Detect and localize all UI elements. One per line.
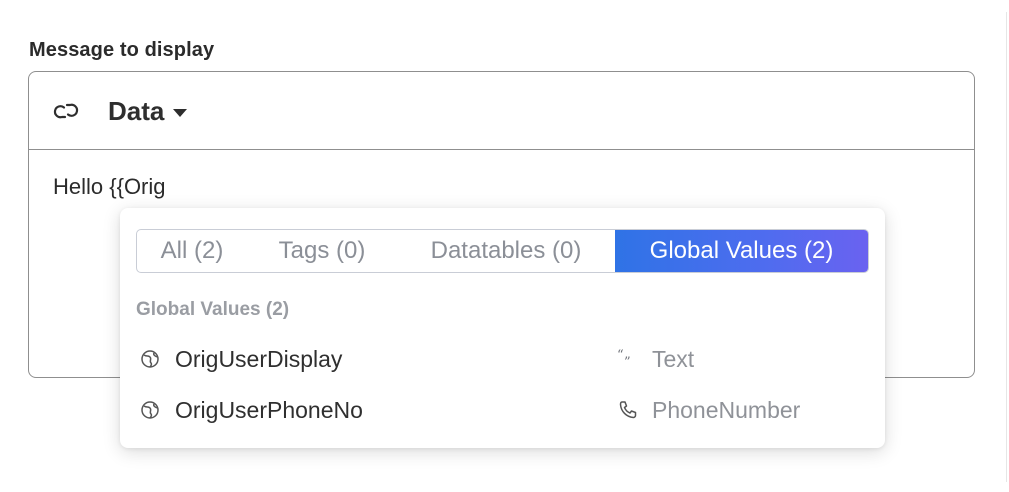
tab-all[interactable]: All (2) (137, 230, 247, 272)
item-name: OrigUserDisplay (175, 346, 343, 372)
item-type: PhoneNumber (652, 397, 801, 423)
data-menu-button[interactable]: Data (108, 94, 188, 128)
item-name: OrigUserPhoneNo (175, 397, 363, 423)
list-item[interactable]: OrigUserDisplay “ ” Text (120, 337, 885, 381)
caret-down-icon (173, 108, 188, 117)
phone-icon (619, 401, 637, 419)
tab-datatables[interactable]: Datatables (0) (397, 230, 615, 272)
item-type: Text (652, 346, 695, 372)
panel-divider (1006, 12, 1007, 482)
editor-toolbar: Data (29, 72, 974, 150)
filter-tabs: All (2) Tags (0) Datatables (0) Global V… (136, 229, 869, 273)
page: Message to display Data Hello {{Orig All… (0, 0, 1009, 492)
globe-icon (141, 401, 159, 419)
editor-content[interactable]: Hello {{Orig (53, 174, 166, 200)
autocomplete-dropdown: All (2) Tags (0) Datatables (0) Global V… (120, 208, 885, 448)
field-label: Message to display (29, 39, 215, 61)
tab-global-values[interactable]: Global Values (2) (615, 230, 868, 272)
list-item[interactable]: OrigUserPhoneNo PhoneNumber (120, 388, 885, 432)
quote-icon: “ ” (617, 348, 631, 370)
section-title: Global Values (2) (136, 299, 290, 320)
link-icon[interactable] (51, 99, 81, 123)
data-menu-label: Data (108, 95, 165, 126)
globe-icon (141, 350, 159, 368)
tab-tags[interactable]: Tags (0) (247, 230, 397, 272)
